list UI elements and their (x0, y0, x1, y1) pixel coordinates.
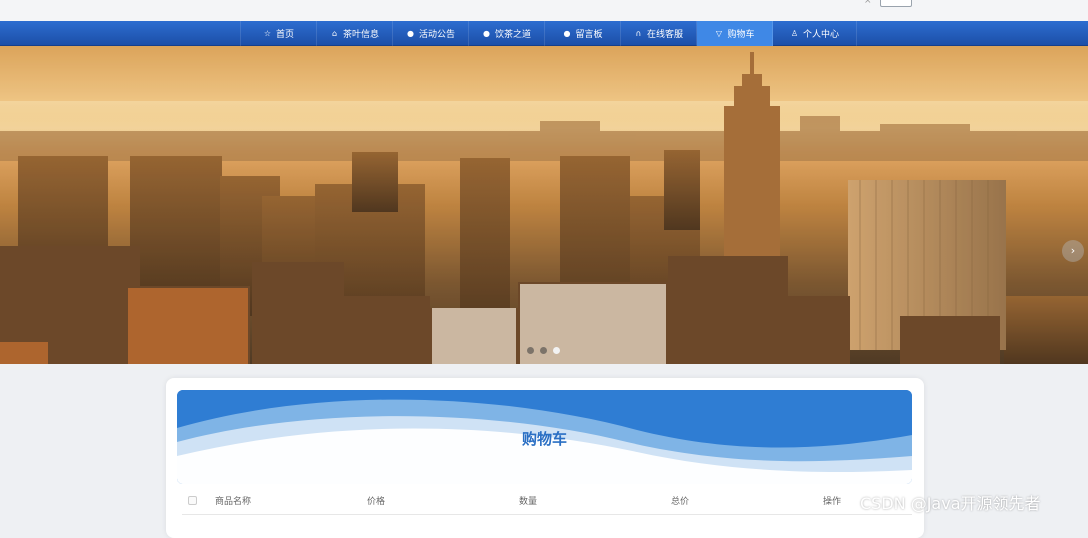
column-header: 数量 (519, 497, 538, 507)
cart-table-header: 商品名称 价格 数量 总价 操作 (182, 494, 912, 512)
carousel-next-button[interactable]: › (1062, 240, 1084, 262)
nav-label: 饮茶之道 (494, 30, 531, 40)
nav-item-announcements[interactable]: ● 活动公告 (393, 21, 469, 46)
nav-item-profile[interactable]: ♙ 个人中心 (773, 21, 857, 46)
nav-label: 活动公告 (418, 30, 455, 40)
star-icon: ☆ (263, 29, 272, 38)
carousel-indicators (527, 347, 560, 354)
cart-icon: ▽ (715, 29, 723, 38)
nav-label: 在线客服 (646, 30, 683, 40)
nav-label: 留言板 (575, 30, 603, 40)
cart-panel: 购物车 商品名称 价格 数量 总价 操作 (166, 378, 924, 538)
cart-header-banner: 购物车 (177, 390, 912, 484)
select-all-checkbox[interactable] (188, 496, 197, 505)
nav-item-home[interactable]: ☆ 首页 (240, 21, 317, 46)
carousel-dot[interactable] (540, 347, 547, 354)
close-icon[interactable]: × (864, 0, 872, 6)
carousel-dot[interactable] (527, 347, 534, 354)
nav-item-tea-info[interactable]: ⌂ 茶叶信息 (317, 21, 393, 46)
carousel-dot-active[interactable] (553, 347, 560, 354)
nav-label: 茶叶信息 (342, 30, 379, 40)
info-icon: ● (406, 29, 414, 38)
nav-item-cart[interactable]: ▽ 购物车 (697, 21, 773, 46)
login-button[interactable] (880, 0, 912, 7)
nav-label: 首页 (275, 30, 294, 40)
column-header: 价格 (367, 497, 386, 507)
top-header: × (0, 0, 1088, 21)
info-icon: ● (482, 29, 490, 38)
column-header: 操作 (823, 497, 842, 507)
home-icon: ⌂ (331, 29, 338, 38)
headset-icon: ∩ (635, 29, 642, 38)
nav-label: 个人中心 (802, 30, 839, 40)
main-nav: ☆ 首页 ⌂ 茶叶信息 ● 活动公告 ● 饮茶之道 ● 留言板 ∩ 在线客服 ▽… (0, 21, 1088, 46)
city-skyline-image (0, 46, 1088, 364)
nav-label: 购物车 (727, 30, 755, 40)
nav-item-message-board[interactable]: ● 留言板 (545, 21, 621, 46)
banner-carousel: › (0, 46, 1088, 364)
nav-item-online-service[interactable]: ∩ 在线客服 (621, 21, 697, 46)
page-title: 购物车 (521, 430, 567, 448)
nav-item-tea-way[interactable]: ● 饮茶之道 (469, 21, 545, 46)
user-icon: ♙ (790, 29, 799, 38)
nav-list: ☆ 首页 ⌂ 茶叶信息 ● 活动公告 ● 饮茶之道 ● 留言板 ∩ 在线客服 ▽… (240, 21, 857, 46)
watermark-text: CSDN @Java开源领先者 (860, 494, 1041, 513)
divider (182, 514, 912, 515)
column-header: 商品名称 (215, 497, 252, 507)
info-icon: ● (563, 29, 571, 38)
column-header: 总价 (671, 497, 690, 507)
